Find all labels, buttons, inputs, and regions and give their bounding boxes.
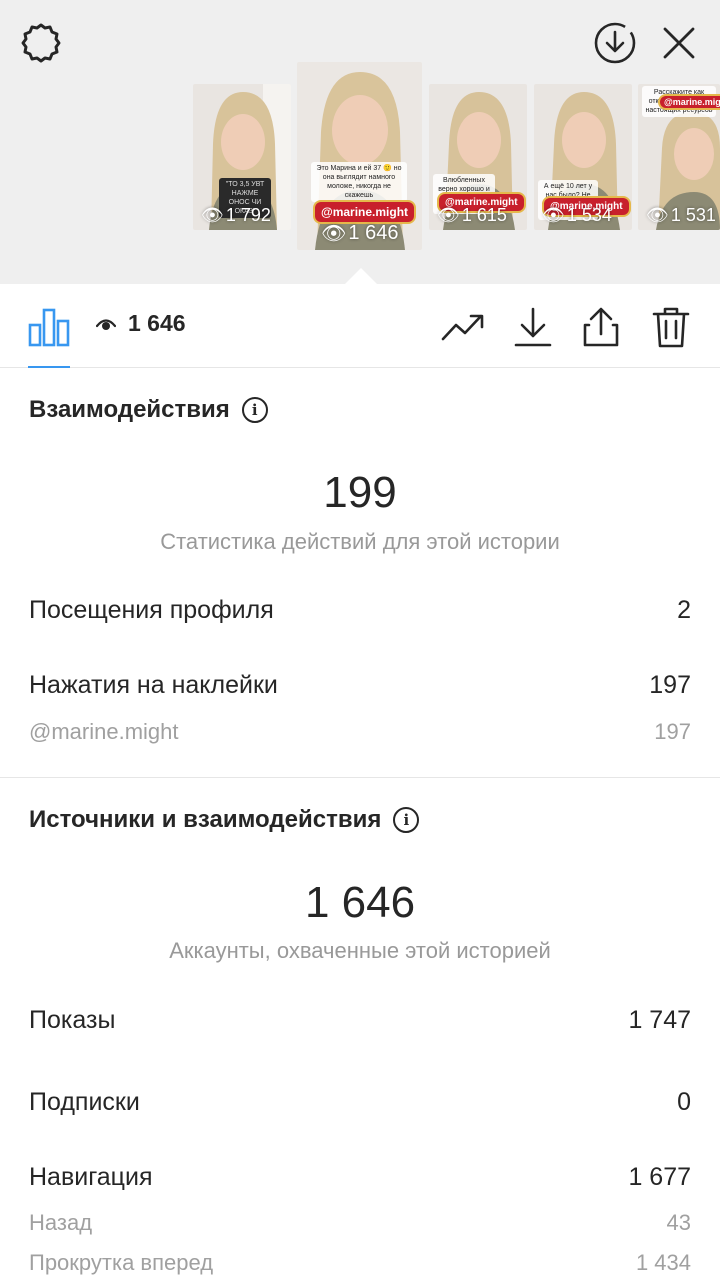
stat-row-follows: Подписки 0 [29, 1088, 691, 1117]
trend-up-icon [441, 314, 484, 341]
selected-story-pointer [344, 268, 378, 285]
eye-icon: 👁 [201, 205, 224, 225]
save-button[interactable] [510, 304, 556, 350]
gear-icon [21, 23, 61, 63]
view-count-value: 1 646 [128, 310, 186, 336]
story-views-count: 1 792 [225, 205, 271, 225]
stat-value: 1 677 [628, 1163, 691, 1191]
story-views: 👁 1 534 [542, 205, 612, 226]
stat-row-sticker-taps: Нажатия на наклейки 197 [29, 671, 691, 700]
discovery-total: 1 646 [304, 878, 416, 927]
active-tab-indicator [28, 366, 70, 368]
stat-label: Подписки [29, 1088, 140, 1116]
story-views: 👁 1 615 [437, 205, 507, 226]
story-thumbnail[interactable]: А ещё 10 лет у нас было? Не обязательно,… [534, 84, 632, 230]
stat-subrow-forward: Прокрутка вперед 1 434 [29, 1250, 691, 1276]
stat-row-profile-visits: Посещения профиля 2 [29, 596, 691, 625]
story-views-count: 1 534 [566, 205, 612, 225]
stat-subrow-back: Назад 43 [29, 1210, 691, 1236]
settings-button[interactable] [18, 20, 64, 66]
story-thumbnail-selected[interactable]: Это Марина и ей 37 🙂 но она выглядит нам… [297, 62, 422, 250]
stat-label: Посещения профиля [29, 596, 274, 624]
stat-value: 0 [677, 1088, 691, 1116]
story-views: 👁 1 531 [646, 205, 716, 226]
stat-label: Навигация [29, 1163, 153, 1191]
mention-sticker: @marine.might [315, 202, 415, 222]
story-thumbnail[interactable]: Расскажите как откроется в ЗОЖ с настоящ… [638, 84, 720, 230]
eye-icon: 👁 [542, 205, 565, 225]
promote-button[interactable] [440, 306, 486, 348]
stat-label: @marine.might [29, 719, 179, 744]
download-icon [514, 307, 552, 347]
bar-chart-icon [28, 308, 70, 347]
close-icon [663, 27, 695, 59]
story-views-count: 1 615 [461, 205, 507, 225]
info-icon[interactable]: i [393, 807, 420, 833]
share-icon [583, 307, 619, 347]
mention-sticker: @marine.might [660, 96, 720, 108]
stat-value: 1 434 [635, 1250, 691, 1275]
story-strip: "ТО 3,5 УВТ НАЖМЕ ОНОС ЧИ ОКАЗ" 👁 1 792 … [0, 0, 720, 285]
stat-label: Прокрутка вперед [29, 1250, 214, 1275]
info-icon[interactable]: i [241, 397, 268, 423]
discovery-section-title: Источники и взаимодействия i [29, 806, 420, 834]
stat-value: 1 747 [628, 1006, 691, 1034]
download-circle-icon [594, 22, 636, 64]
story-toolbar: 1 646 [0, 284, 720, 368]
stat-label: Нажатия на наклейки [29, 671, 278, 699]
stat-value: 2 [677, 596, 691, 624]
story-caption: Это Марина и ей 37 🙂 но она выглядит нам… [311, 162, 407, 202]
story-thumbnail[interactable]: Влюбленных верно хорошо и здоровый образ… [429, 84, 527, 230]
stat-label: Показы [29, 1006, 116, 1034]
eye-icon: 👁 [437, 205, 460, 225]
stat-value: 197 [649, 671, 691, 699]
interactions-total: 199 [323, 468, 397, 517]
stat-label: Назад [29, 1210, 93, 1235]
story-views: 👁 1 646 [321, 221, 398, 246]
delete-button[interactable] [648, 304, 694, 350]
stat-value: 43 [666, 1210, 691, 1235]
interactions-title: Взаимодействия [29, 396, 230, 423]
story-view-count: 1 646 [96, 310, 186, 337]
interactions-section-title: Взаимодействия i [29, 396, 268, 424]
discovery-caption: Аккаунты, охваченные этой историей [169, 938, 551, 963]
stat-row-impressions: Показы 1 747 [29, 1006, 691, 1035]
eye-icon [96, 318, 116, 330]
section-divider [0, 777, 720, 778]
story-views: 👁 1 792 [201, 205, 271, 226]
story-views-count: 1 646 [348, 222, 399, 244]
stat-row-navigation: Навигация 1 677 [29, 1163, 691, 1192]
download-all-button[interactable] [590, 18, 640, 68]
stats-tab[interactable] [26, 306, 72, 348]
discovery-title: Источники и взаимодействия [29, 806, 382, 833]
eye-icon: 👁 [321, 223, 347, 245]
story-thumbnail[interactable]: "ТО 3,5 УВТ НАЖМЕ ОНОС ЧИ ОКАЗ" 👁 1 792 [193, 84, 291, 230]
story-views-count: 1 531 [670, 205, 716, 225]
trash-icon [652, 307, 690, 348]
eye-icon: 👁 [646, 205, 669, 225]
close-button[interactable] [656, 20, 702, 66]
stat-subrow-mention: @marine.might 197 [29, 719, 691, 745]
stat-value: 197 [654, 719, 691, 744]
share-button[interactable] [578, 304, 624, 350]
interactions-caption: Статистика действий для этой истории [160, 529, 560, 554]
